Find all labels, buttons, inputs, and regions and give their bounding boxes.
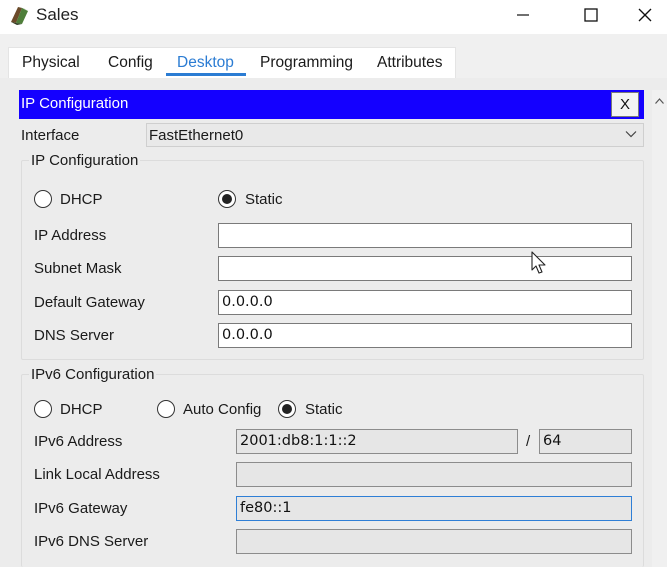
ipv6-address-input[interactable]: 2001:db8:1:1::2: [236, 429, 518, 454]
close-icon: [638, 8, 652, 22]
app-header-title: IP Configuration: [21, 95, 129, 112]
tab-physical[interactable]: Physical: [22, 54, 80, 72]
window-titlebar: Sales: [0, 0, 667, 34]
interface-select[interactable]: FastEthernet0: [146, 123, 644, 147]
minimize-icon: [517, 14, 529, 16]
ipv4-static-radio[interactable]: [218, 190, 236, 208]
mouse-pointer-icon: [531, 251, 546, 274]
link-local-address-input[interactable]: [236, 462, 632, 487]
prefix-separator: /: [526, 433, 531, 450]
interface-label: Interface: [21, 127, 80, 144]
pc-device-icon: [11, 7, 28, 25]
ipv6-gateway-input[interactable]: fe80::1: [236, 496, 632, 521]
tab-programming[interactable]: Programming: [260, 54, 353, 72]
ipv6-auto-config-label: Auto Config: [183, 401, 262, 418]
window-title: Sales: [36, 5, 79, 24]
scrollbar[interactable]: [652, 90, 667, 567]
tab-desktop[interactable]: Desktop: [177, 54, 234, 72]
ipv6-dns-server-label: IPv6 DNS Server: [34, 533, 149, 550]
ip-address-input[interactable]: [218, 223, 632, 248]
interface-selected-value: FastEthernet0: [149, 127, 244, 144]
ipv6-dhcp-label: DHCP: [60, 401, 103, 418]
app-close-button[interactable]: X: [611, 92, 639, 117]
tab-attributes[interactable]: Attributes: [377, 54, 442, 72]
ipv4-dhcp-radio[interactable]: [34, 190, 52, 208]
subnet-mask-input[interactable]: [218, 256, 632, 281]
ipv6-address-label: IPv6 Address: [34, 433, 123, 450]
app-header-bar: IP Configuration: [19, 90, 644, 119]
default-gateway-input[interactable]: 0.0.0.0: [218, 290, 632, 315]
ipv4-dhcp-label: DHCP: [60, 191, 103, 208]
ipv6-dhcp-radio[interactable]: [34, 400, 52, 418]
dns-server-input[interactable]: 0.0.0.0: [218, 323, 632, 348]
ipv6-static-radio[interactable]: [278, 400, 296, 418]
ipv4-static-label: Static: [245, 191, 283, 208]
maximize-icon: [584, 8, 598, 22]
ipv6-static-label: Static: [305, 401, 343, 418]
default-gateway-label: Default Gateway: [34, 294, 145, 311]
active-tab-indicator: [166, 73, 246, 76]
minimize-button[interactable]: [500, 0, 546, 30]
scroll-up-icon[interactable]: [655, 98, 664, 104]
tab-config[interactable]: Config: [108, 54, 153, 72]
subnet-mask-label: Subnet Mask: [34, 260, 122, 277]
ip-address-label: IP Address: [34, 227, 107, 244]
chevron-down-icon: [625, 131, 637, 138]
link-local-address-label: Link Local Address: [34, 466, 160, 483]
ipv6-config-legend: IPv6 Configuration: [29, 366, 157, 383]
maximize-button[interactable]: [568, 0, 614, 30]
ipv6-prefix-input[interactable]: 64: [539, 429, 632, 454]
ipv6-dns-server-input[interactable]: [236, 529, 632, 554]
ipv4-config-legend: IP Configuration: [29, 152, 141, 169]
ipv6-gateway-label: IPv6 Gateway: [34, 500, 128, 517]
dns-server-label: DNS Server: [34, 327, 115, 344]
close-window-button[interactable]: [622, 0, 667, 30]
ipv6-auto-config-radio[interactable]: [157, 400, 175, 418]
